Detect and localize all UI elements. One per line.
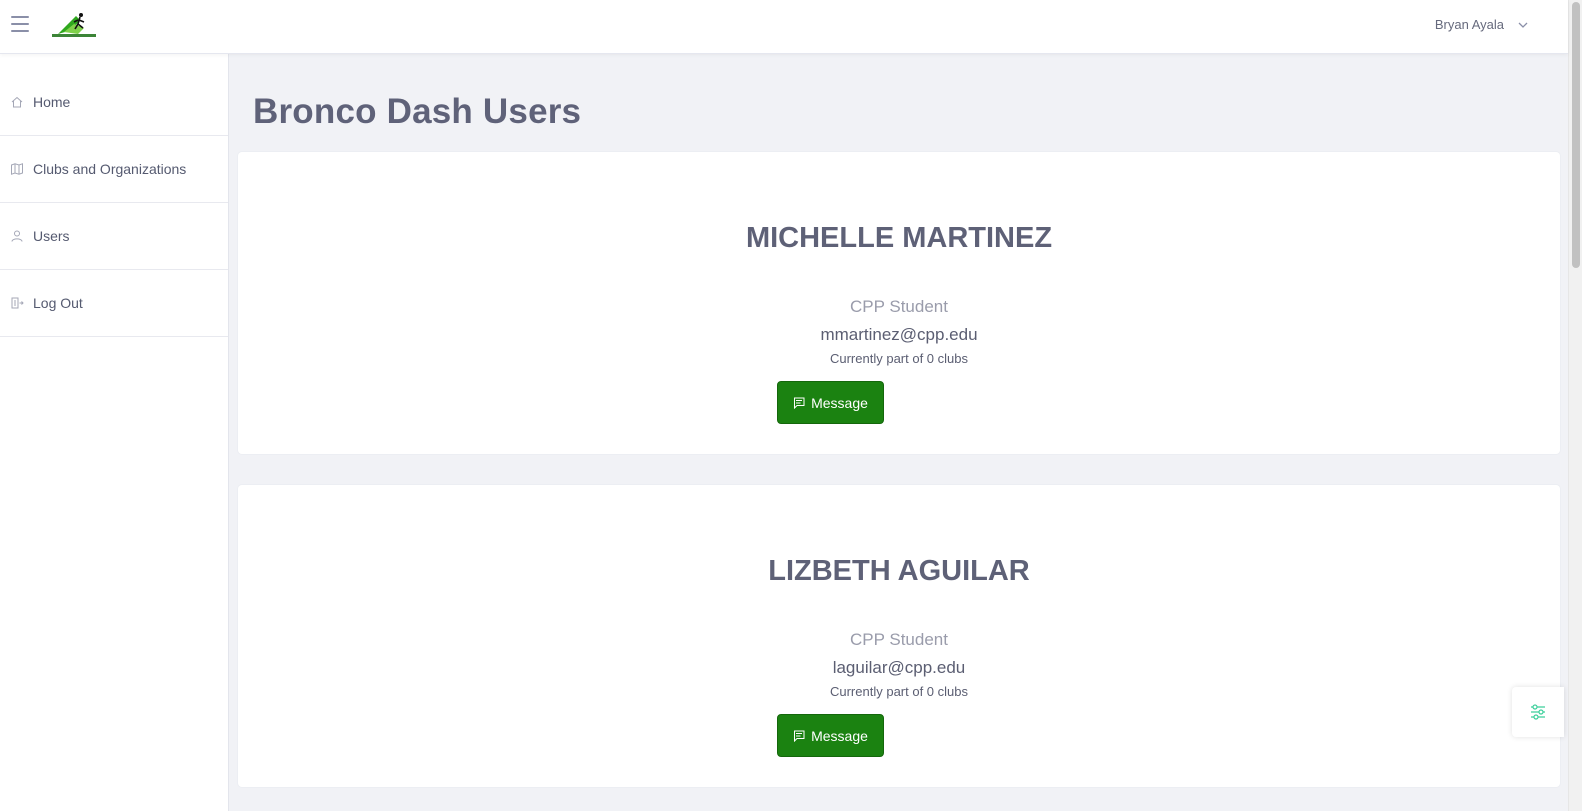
- sidebar-item-home[interactable]: Home: [0, 54, 228, 136]
- user-email: laguilar@cpp.edu: [832, 658, 966, 677]
- message-button[interactable]: Message: [777, 381, 884, 424]
- page-scrollbar[interactable]: [1568, 0, 1582, 811]
- message-icon: [794, 730, 805, 742]
- hamburger-menu-icon[interactable]: [11, 16, 29, 32]
- user-email: mmartinez@cpp.edu: [820, 325, 978, 344]
- sidebar-item-clubs[interactable]: Clubs and Organizations: [0, 136, 228, 203]
- user-icon: [11, 230, 23, 242]
- sidebar-item-label: Log Out: [33, 295, 83, 311]
- sidebar-item-label: Home: [33, 93, 71, 110]
- top-bar: Bryan Ayala: [0, 0, 1568, 54]
- sidebar-item-label: Users: [33, 228, 70, 244]
- user-role: CPP Student: [850, 630, 948, 649]
- user-card: LIZBETH AGUILAR CPP Student laguilar@cpp…: [238, 485, 1560, 787]
- user-menu[interactable]: Bryan Ayala: [1435, 17, 1530, 32]
- sidebar: Home Clubs and Organizations Users Log O…: [0, 54, 229, 811]
- user-role: CPP Student: [850, 297, 948, 316]
- settings-sliders-button[interactable]: [1512, 687, 1564, 737]
- user-name-heading: LIZBETH AGUILAR: [768, 555, 1030, 587]
- logout-icon: [11, 297, 24, 309]
- scrollbar-thumb[interactable]: [1572, 2, 1580, 268]
- chevron-down-icon: [1518, 22, 1528, 28]
- message-button-label: Message: [811, 394, 868, 411]
- map-icon: [11, 163, 23, 175]
- user-name-heading: MICHELLE MARTINEZ: [745, 222, 1053, 254]
- main-content: Bronco Dash Users MICHELLE MARTINEZ CPP …: [229, 54, 1568, 811]
- user-card: MICHELLE MARTINEZ CPP Student mmartinez@…: [238, 152, 1560, 454]
- message-button-label: Message: [811, 727, 868, 744]
- user-club-count: Currently part of 0 clubs: [829, 684, 968, 699]
- user-club-count: Currently part of 0 clubs: [829, 351, 968, 366]
- home-icon: [11, 96, 23, 107]
- bronco-dash-logo[interactable]: [50, 10, 98, 40]
- sliders-icon: [1531, 704, 1545, 720]
- message-button[interactable]: Message: [777, 714, 884, 757]
- sidebar-item-log-out[interactable]: Log Out: [0, 270, 228, 337]
- page-title: Bronco Dash Users: [253, 92, 582, 131]
- user-name: Bryan Ayala: [1434, 17, 1504, 32]
- sidebar-item-label: Clubs and Organizations: [33, 161, 187, 177]
- sidebar-item-users[interactable]: Users: [0, 203, 228, 270]
- message-icon: [794, 397, 805, 409]
